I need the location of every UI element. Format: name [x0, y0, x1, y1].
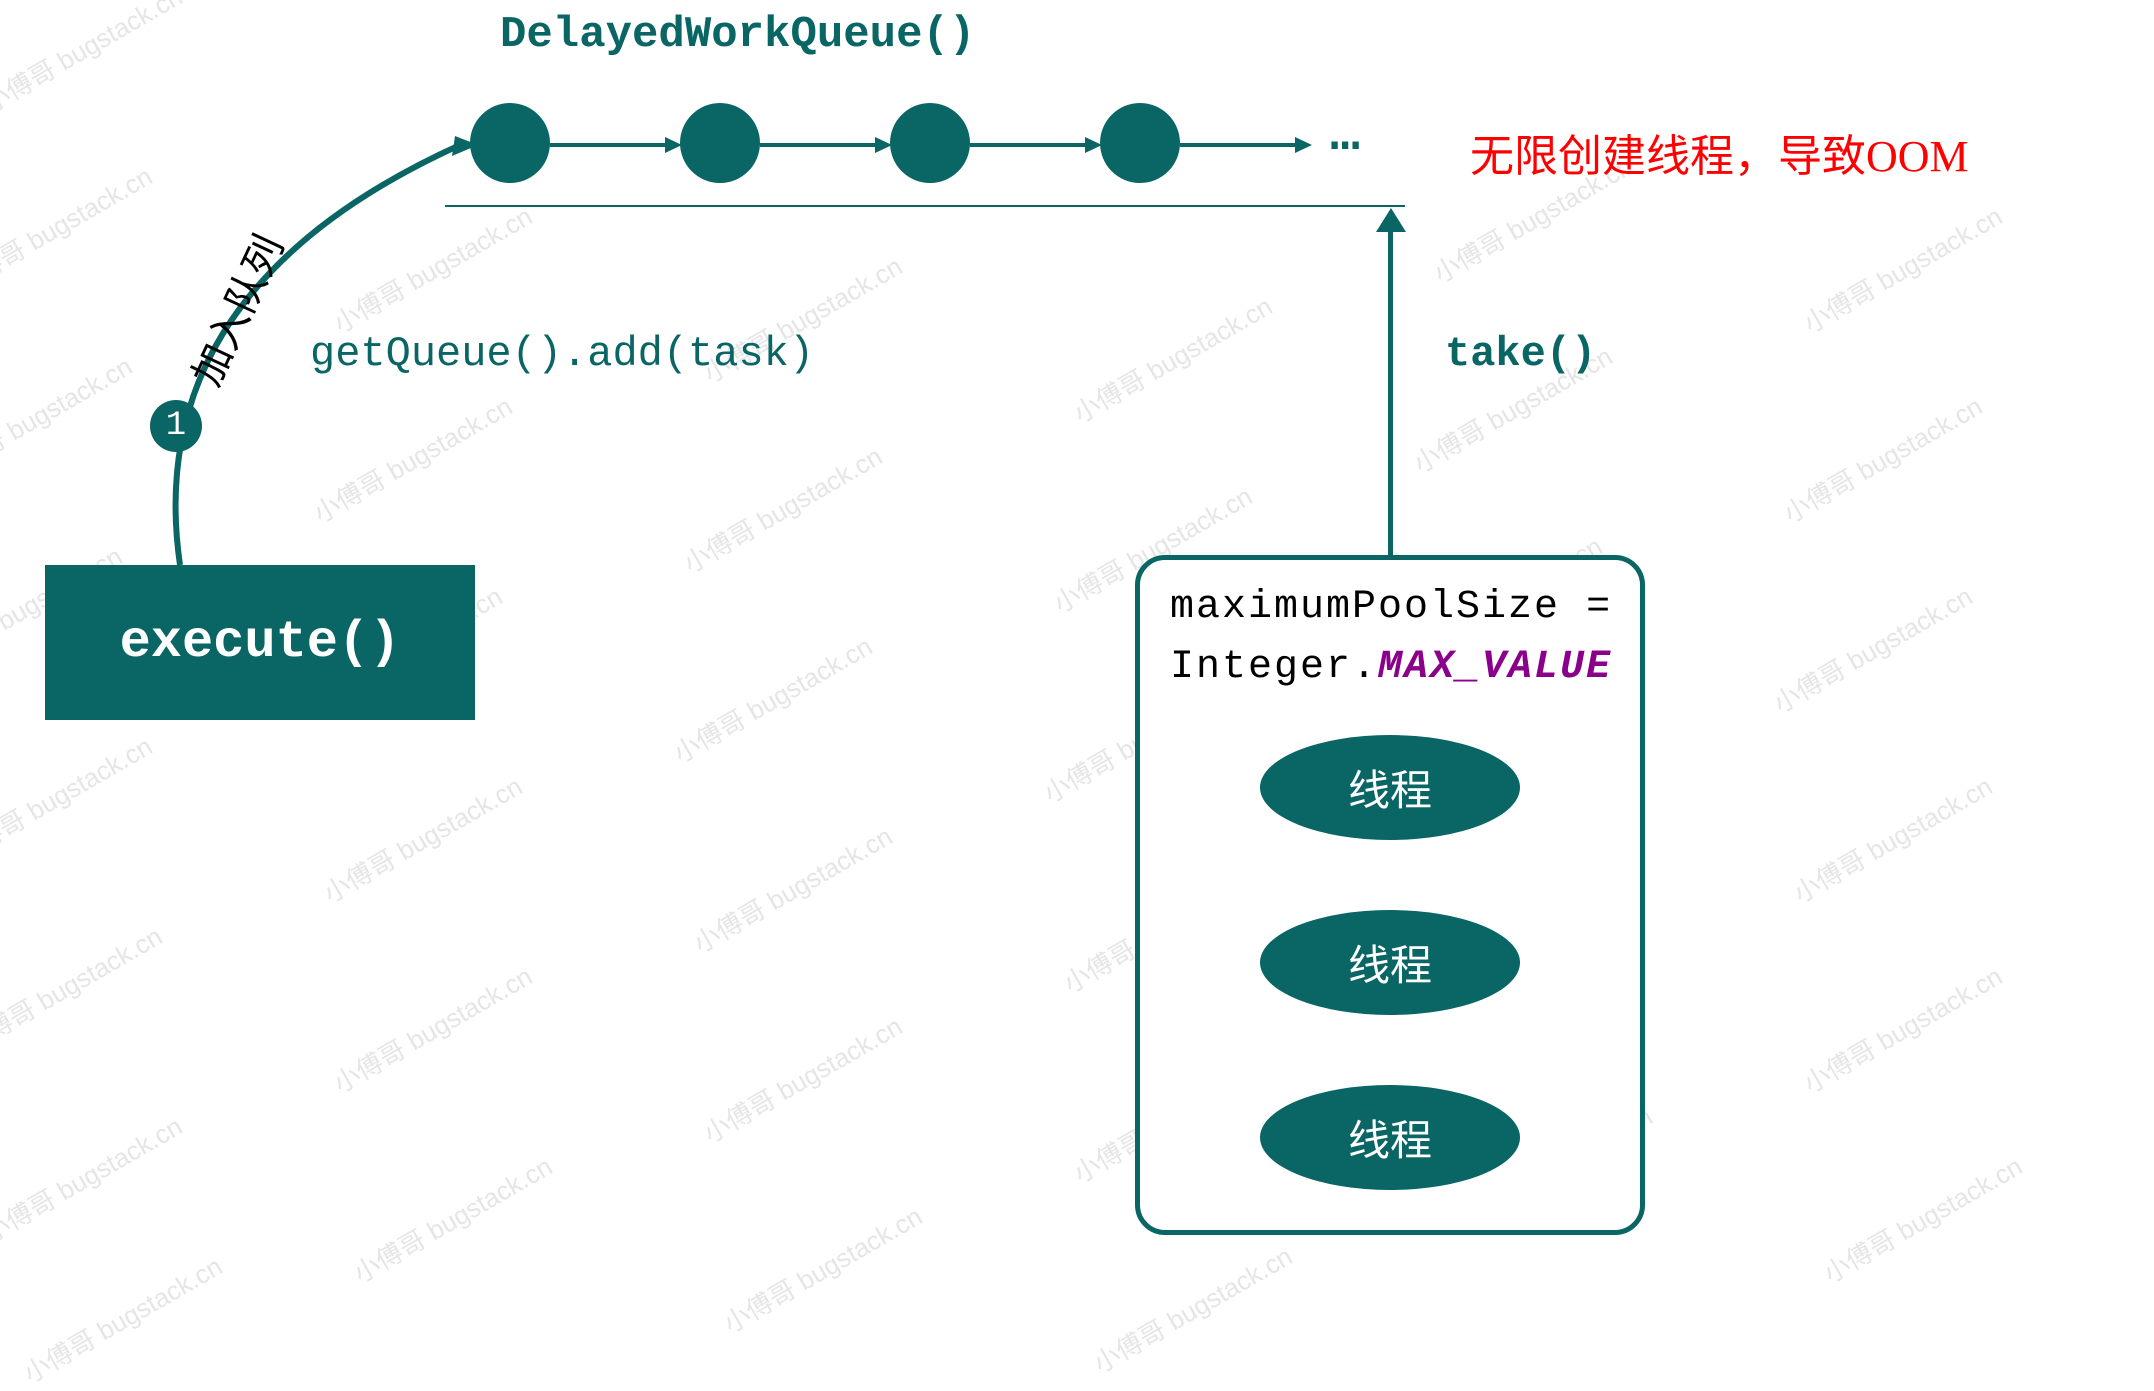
step-badge: 1 — [150, 400, 202, 452]
watermark: 小傅哥 bugstack.cn — [1816, 1146, 2028, 1290]
watermark: 小傅哥 bugstack.cn — [696, 1006, 908, 1150]
watermark: 小傅哥 bugstack.cn — [16, 1246, 228, 1390]
take-arrow-head-icon — [1376, 208, 1406, 232]
queue-arrow-icon — [760, 135, 895, 155]
take-label: take() — [1445, 330, 1596, 378]
execute-box: execute() — [45, 565, 475, 720]
watermark: 小傅哥 bugstack.cn — [346, 1146, 558, 1290]
watermark: 小傅哥 bugstack.cn — [1796, 956, 2008, 1100]
watermark: 小傅哥 bugstack.cn — [716, 1196, 928, 1340]
watermark: 小傅哥 bugstack.cn — [1786, 766, 1998, 910]
queue-arrow-icon — [550, 135, 685, 155]
queue-node — [890, 103, 970, 183]
badge-number: 1 — [166, 407, 186, 445]
watermark: 小傅哥 bugstack.cn — [0, 916, 168, 1060]
thread-label: 线程 — [1348, 932, 1432, 993]
queue-node — [1100, 103, 1180, 183]
queue-node — [680, 103, 760, 183]
thread-ellipse: 线程 — [1260, 910, 1520, 1015]
ellipsis-icon: … — [1330, 108, 1362, 165]
watermark: 小傅哥 bugstack.cn — [0, 726, 158, 870]
oom-warning-text: 无限创建线程，导致OOM — [1470, 120, 1969, 184]
max-value-text: MAX_VALUE — [1378, 645, 1612, 690]
watermark: 小傅哥 bugstack.cn — [1066, 286, 1278, 430]
queue-title: DelayedWorkQueue() — [500, 10, 975, 60]
pool-integer-text: Integer.MAX_VALUE — [1170, 645, 1612, 690]
queue-arrow-icon — [1180, 135, 1315, 155]
watermark: 小傅哥 bugstack.cn — [1086, 1236, 1298, 1380]
watermark: 小傅哥 bugstack.cn — [1796, 196, 2008, 340]
execute-label: execute() — [120, 613, 401, 672]
thread-ellipse: 线程 — [1260, 735, 1520, 840]
thread-label: 线程 — [1348, 1107, 1432, 1168]
watermark: 小傅哥 bugstack.cn — [1776, 386, 1988, 530]
watermark: 小傅哥 bugstack.cn — [686, 816, 898, 960]
watermark: 小傅哥 bugstack.cn — [326, 956, 538, 1100]
watermark: 小傅哥 bugstack.cn — [316, 766, 528, 910]
pool-size-text: maximumPoolSize = — [1170, 585, 1612, 630]
thread-ellipse: 线程 — [1260, 1085, 1520, 1190]
getqueue-text: getQueue().add(task) — [310, 330, 814, 378]
watermark: 小傅哥 bugstack.cn — [0, 1106, 188, 1250]
queue-arrow-icon — [970, 135, 1105, 155]
take-arrow-line — [1388, 230, 1393, 555]
queue-underline — [445, 205, 1405, 207]
watermark: 小傅哥 bugstack.cn — [0, 346, 138, 490]
thread-label: 线程 — [1348, 757, 1432, 818]
integer-prefix: Integer. — [1170, 645, 1378, 690]
watermark: 小傅哥 bugstack.cn — [1766, 576, 1978, 720]
watermark: 小傅哥 bugstack.cn — [666, 626, 878, 770]
watermark: 小傅哥 bugstack.cn — [676, 436, 888, 580]
